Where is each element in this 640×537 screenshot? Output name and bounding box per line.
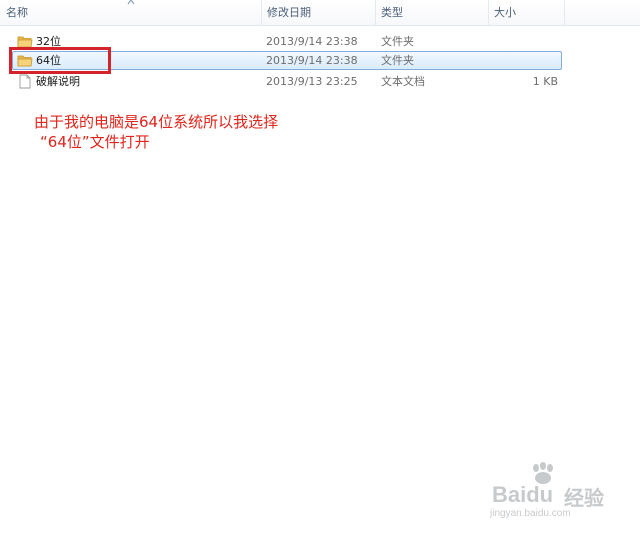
column-header-size-label: 大小 [494,6,516,19]
file-modified-date: 2013/9/14 23:38 [266,35,358,48]
column-header-name-label: 名称 [6,6,28,19]
annotation-text: 由于我的电脑是64位系统所以我选择 “64位”文件打开 [34,112,278,152]
file-row-crack-readme[interactable]: 破解说明 2013/9/13 23:25 文本文档 1 KB [12,72,562,91]
file-type: 文本文档 [381,75,425,88]
file-modified-date: 2013/9/14 23:38 [266,54,358,67]
column-header-size[interactable]: 大小 [488,0,564,25]
column-header-type-label: 类型 [381,6,403,19]
file-modified-date: 2013/9/13 23:25 [266,75,358,88]
column-header-bar: 名称 修改日期 类型 大小 [0,0,640,26]
sort-ascending-icon [127,0,135,5]
watermark-url: jingyan.baidu.com [490,508,571,519]
annotation-line-1: 由于我的电脑是64位系统所以我选择 [34,113,279,131]
column-header-type[interactable]: 类型 [375,0,488,25]
column-header-modified[interactable]: 修改日期 [261,0,375,25]
column-separator[interactable] [564,0,565,25]
file-size [492,51,558,70]
file-type: 文件夹 [381,54,414,67]
file-explorer-window: 名称 修改日期 类型 大小 32位 2013/9/14 23:38 文件夹 64… [0,0,640,537]
file-type: 文件夹 [381,35,414,48]
annotation-line-2: “64位”文件打开 [40,133,150,151]
column-header-modified-label: 修改日期 [267,6,311,19]
text-document-icon [19,74,31,89]
watermark-jingyan: 经验 [564,486,604,510]
file-size [492,32,558,51]
annotation-highlight-box [9,47,111,74]
file-size: 1 KB [532,75,558,88]
watermark-brand: Baidu [492,482,554,507]
baidu-jingyan-watermark: Baidu 经验 jingyan.baidu.com [486,462,616,522]
file-name: 破解说明 [36,75,80,88]
